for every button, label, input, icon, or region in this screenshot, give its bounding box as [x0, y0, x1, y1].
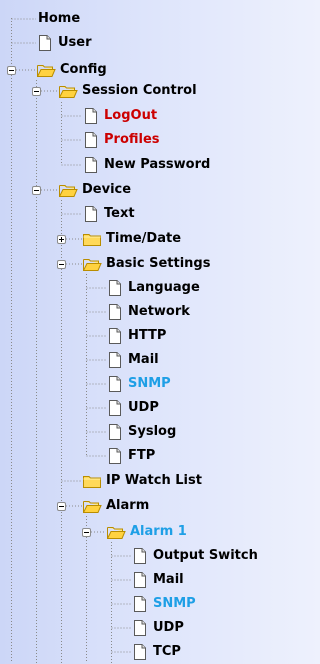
- page-icon: [106, 303, 124, 321]
- tree-item-mail[interactable]: Mail: [106, 348, 159, 372]
- page-icon: [82, 107, 100, 125]
- collapse-toggle-icon[interactable]: [57, 260, 66, 269]
- tree-item-label: FTP: [128, 448, 156, 463]
- collapse-toggle-icon[interactable]: [7, 66, 16, 75]
- expand-toggle-icon[interactable]: [57, 235, 66, 244]
- tree-item-label: Language: [128, 280, 200, 295]
- page-icon: [106, 399, 124, 417]
- tree-item-label: UDP: [153, 620, 184, 635]
- page-icon: [131, 571, 149, 589]
- navigation-tree: Home User Config Session Control LogOut …: [0, 0, 280, 663]
- tree-item-udp-alarm[interactable]: UDP: [131, 616, 184, 640]
- tree-item-syslog[interactable]: Syslog: [106, 420, 176, 444]
- tree-item-label: Mail: [153, 572, 184, 587]
- tree-item-label: IP Watch List: [106, 473, 202, 488]
- tree-item-label: Alarm: [106, 498, 150, 513]
- folder-open-icon: [58, 181, 78, 199]
- tree-item-label: Network: [128, 304, 190, 319]
- tree-item-label: TCP: [153, 644, 181, 659]
- page-icon: [106, 375, 124, 393]
- tree-item-network[interactable]: Network: [106, 300, 190, 324]
- folder-open-icon: [36, 61, 56, 79]
- tree-item-label: Syslog: [128, 424, 177, 439]
- tree-item-label: Text: [104, 206, 135, 221]
- tree-item-label: Basic Settings: [106, 256, 211, 271]
- tree-item-ftp[interactable]: FTP: [106, 444, 155, 468]
- collapse-toggle-icon[interactable]: [32, 186, 41, 195]
- collapse-toggle-icon[interactable]: [57, 502, 66, 511]
- tree-item-user[interactable]: User: [36, 31, 92, 55]
- tree-item-label: HTTP: [128, 328, 167, 343]
- tree-item-http[interactable]: HTTP: [106, 324, 166, 348]
- tree-item-new-password[interactable]: New Password: [82, 153, 210, 177]
- tree-item-session-control[interactable]: Session Control: [58, 79, 197, 103]
- page-icon: [131, 547, 149, 565]
- page-icon: [106, 447, 124, 465]
- tree-item-label: Output Switch: [153, 548, 258, 563]
- tree-item-snmp[interactable]: SNMP: [106, 372, 171, 396]
- tree-item-label: New Password: [104, 157, 211, 172]
- tree-item-alarm[interactable]: Alarm: [82, 494, 149, 518]
- tree-item-label: LogOut: [104, 108, 158, 123]
- tree-item-label: Profiles: [104, 132, 160, 147]
- tree-item-ip-watch-list[interactable]: IP Watch List: [82, 469, 202, 493]
- tree-item-mail-alarm[interactable]: Mail: [131, 568, 184, 592]
- page-icon: [82, 156, 100, 174]
- tree-item-label: Home: [38, 11, 81, 26]
- tree-item-home[interactable]: Home: [38, 7, 80, 31]
- page-icon: [106, 327, 124, 345]
- folder-open-icon: [106, 523, 126, 541]
- tree-item-tcp[interactable]: TCP: [131, 640, 181, 664]
- folder-closed-icon: [82, 230, 102, 248]
- page-icon: [36, 34, 54, 52]
- tree-item-label: User: [58, 35, 92, 50]
- tree-item-basic-settings[interactable]: Basic Settings: [82, 252, 210, 276]
- page-icon: [82, 205, 100, 223]
- tree-item-label: Device: [82, 182, 132, 197]
- collapse-toggle-icon[interactable]: [82, 528, 91, 537]
- folder-open-icon: [82, 255, 102, 273]
- tree-item-logout[interactable]: LogOut: [82, 104, 157, 128]
- tree-item-alarm-1[interactable]: Alarm 1: [106, 520, 187, 544]
- collapse-toggle-icon[interactable]: [32, 87, 41, 96]
- folder-open-icon: [58, 82, 78, 100]
- page-icon: [106, 351, 124, 369]
- page-icon: [106, 279, 124, 297]
- page-icon: [106, 423, 124, 441]
- page-icon: [131, 595, 149, 613]
- tree-item-text[interactable]: Text: [82, 202, 135, 226]
- page-icon: [131, 643, 149, 661]
- tree-item-snmp-alarm[interactable]: SNMP: [131, 592, 196, 616]
- tree-item-device[interactable]: Device: [58, 178, 131, 202]
- tree-item-label: Config: [60, 62, 107, 77]
- tree-item-label: SNMP: [128, 376, 171, 391]
- page-icon: [131, 619, 149, 637]
- page-icon: [82, 131, 100, 149]
- tree-item-label: Time/Date: [106, 231, 182, 246]
- tree-item-label: UDP: [128, 400, 159, 415]
- folder-closed-icon: [82, 472, 102, 490]
- tree-item-label: SNMP: [153, 596, 196, 611]
- tree-item-label: Mail: [128, 352, 159, 367]
- tree-item-label: Alarm 1: [130, 524, 187, 539]
- folder-open-icon: [82, 497, 102, 515]
- tree-item-output-switch[interactable]: Output Switch: [131, 544, 258, 568]
- tree-item-udp[interactable]: UDP: [106, 396, 159, 420]
- tree-item-label: Session Control: [82, 83, 197, 98]
- tree-item-profiles[interactable]: Profiles: [82, 128, 160, 152]
- tree-item-language[interactable]: Language: [106, 276, 200, 300]
- tree-item-time-date[interactable]: Time/Date: [82, 227, 181, 251]
